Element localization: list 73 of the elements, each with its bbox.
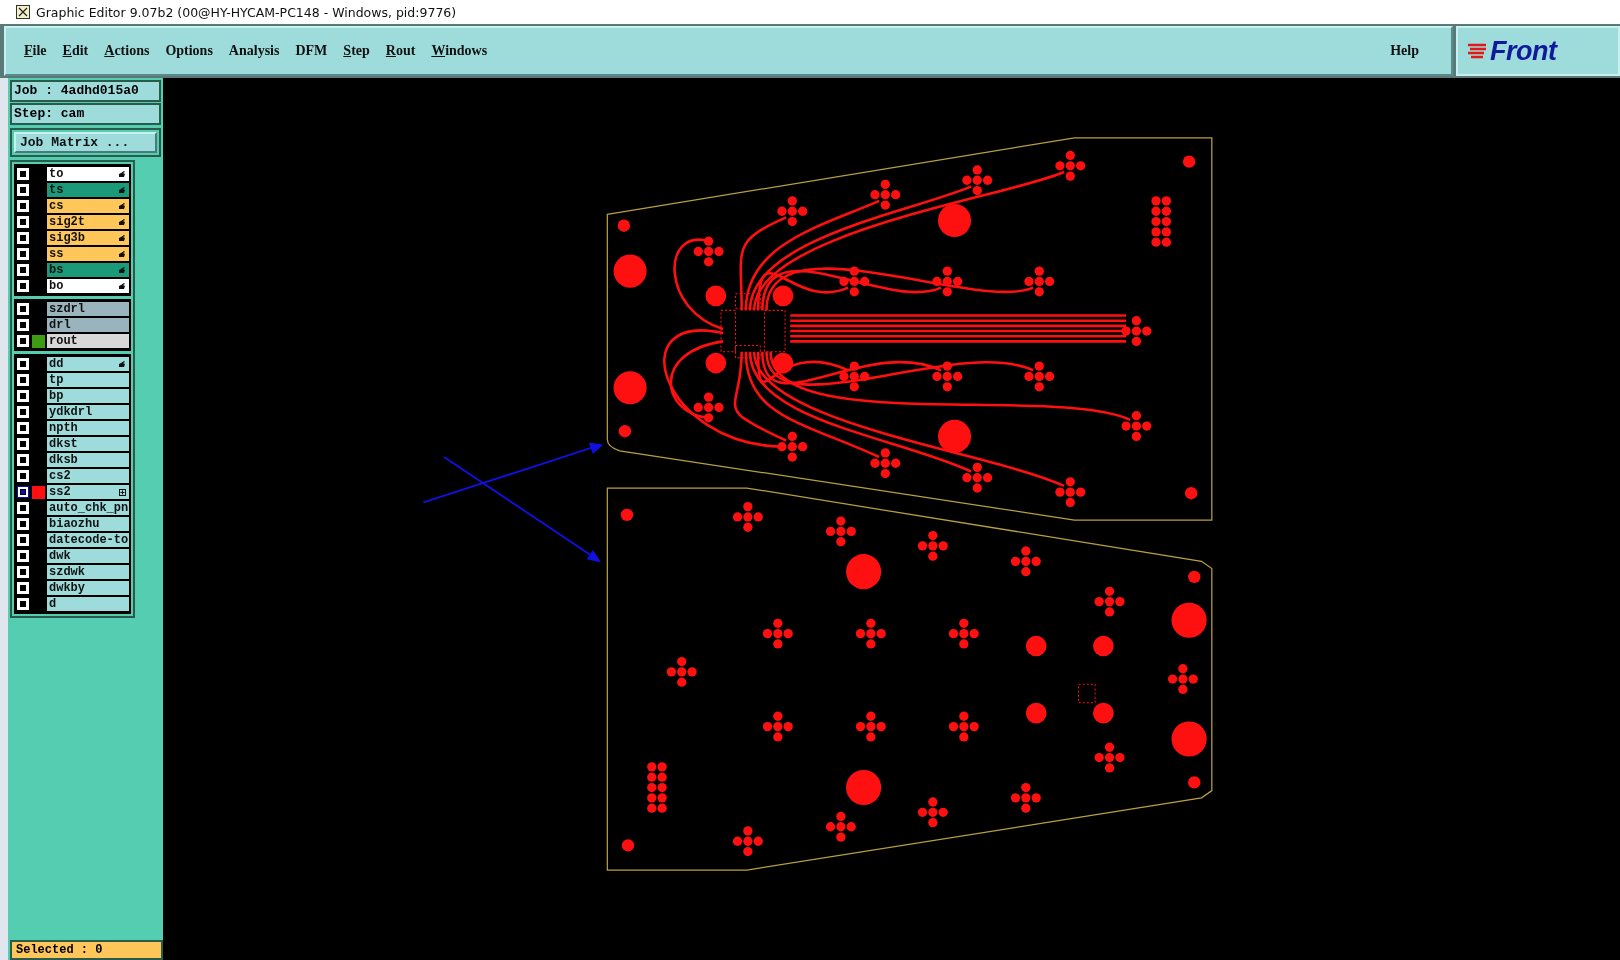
layer-checkbox[interactable]: [17, 422, 29, 434]
layer-checkbox[interactable]: [17, 280, 29, 292]
layer-name[interactable]: datecode-to: [47, 533, 129, 547]
layer-name[interactable]: szdrl: [47, 302, 129, 316]
layer-name[interactable]: bp: [47, 389, 129, 403]
layer-checkbox[interactable]: [17, 303, 29, 315]
layer-checkbox[interactable]: [17, 566, 29, 578]
menu-item[interactable]: File: [24, 43, 47, 59]
layer-checkbox[interactable]: [17, 184, 29, 196]
menu-item[interactable]: Edit: [62, 43, 89, 59]
layer-checkbox[interactable]: [17, 335, 29, 347]
layer-name[interactable]: d: [47, 597, 129, 611]
layer-name[interactable]: dksb: [47, 453, 129, 467]
menu-item[interactable]: Options: [165, 43, 213, 59]
layer-checkbox[interactable]: [17, 486, 29, 498]
layer-name[interactable]: npth: [47, 421, 129, 435]
layer-checkbox[interactable]: [17, 582, 29, 594]
layer-checkbox[interactable]: [17, 232, 29, 244]
speed-lines-icon: [1468, 42, 1488, 60]
layer-checkbox[interactable]: [17, 374, 29, 386]
layer-name[interactable]: ss2: [47, 485, 129, 499]
logo: Front: [1490, 35, 1557, 67]
menu-item[interactable]: DFM: [295, 43, 328, 59]
menu-item[interactable]: Windows: [431, 43, 488, 59]
layer-name[interactable]: dwk: [47, 549, 129, 563]
layer-name[interactable]: tp: [47, 373, 129, 387]
layer-name[interactable]: ts: [47, 183, 129, 197]
layer-checkbox[interactable]: [17, 168, 29, 180]
layer-name[interactable]: to: [47, 167, 129, 181]
menu-item[interactable]: Rout: [385, 43, 416, 59]
layer-checkbox[interactable]: [17, 550, 29, 562]
layer-checkbox[interactable]: [17, 216, 29, 228]
help-menu[interactable]: Help: [1390, 43, 1419, 59]
layer-checkbox[interactable]: [17, 390, 29, 402]
layer-checkbox[interactable]: [17, 454, 29, 466]
selected-count: Selected : 0: [10, 940, 163, 960]
layer-checkbox[interactable]: [17, 264, 29, 276]
job-name: Job : 4adhd015a0: [10, 80, 161, 102]
app-icon: [16, 5, 30, 19]
menu-item[interactable]: Step: [343, 43, 370, 59]
layer-name[interactable]: dkst: [47, 437, 129, 451]
window-title: Graphic Editor 9.07b2 (00@HY-HYCAM-PC148 - Windows, pid:9776): [36, 4, 457, 20]
layer-name[interactable]: auto_chk_pn: [47, 501, 129, 515]
layer-checkbox[interactable]: [17, 319, 29, 331]
layer-name[interactable]: biaozhu: [47, 517, 129, 531]
layer-name[interactable]: dd: [47, 357, 129, 371]
layer-checkbox[interactable]: [17, 406, 29, 418]
menu-item[interactable]: Actions: [104, 43, 150, 59]
layer-checkbox[interactable]: [17, 438, 29, 450]
layer-name[interactable]: cs2: [47, 469, 129, 483]
layer-name[interactable]: ss: [47, 247, 129, 261]
layer-checkbox[interactable]: [17, 598, 29, 610]
layer-name[interactable]: rout: [47, 334, 129, 348]
step-name: Step: cam: [10, 103, 161, 125]
layer-checkbox[interactable]: [17, 200, 29, 212]
layer-name[interactable]: dwkby: [47, 581, 129, 595]
layer-name[interactable]: drl: [47, 318, 129, 332]
layer-checkbox[interactable]: [17, 534, 29, 546]
layer-name[interactable]: bo: [47, 279, 129, 293]
layer-checkbox[interactable]: [17, 248, 29, 260]
menu-item[interactable]: Analysis: [228, 43, 280, 59]
layer-name[interactable]: sig2t: [47, 215, 129, 229]
layer-name[interactable]: bs: [47, 263, 129, 277]
layer-name[interactable]: sig3b: [47, 231, 129, 245]
layer-name[interactable]: cs: [47, 199, 129, 213]
layer-checkbox[interactable]: [17, 502, 29, 514]
layer-checkbox[interactable]: [17, 470, 29, 482]
job-matrix-button[interactable]: Job Matrix ...: [14, 132, 157, 153]
expand-icon[interactable]: [119, 488, 126, 496]
layer-name[interactable]: szdwk: [47, 565, 129, 579]
layer-checkbox[interactable]: [17, 518, 29, 530]
layer-checkbox[interactable]: [17, 358, 29, 370]
layer-name[interactable]: ydkdrl: [47, 405, 129, 419]
